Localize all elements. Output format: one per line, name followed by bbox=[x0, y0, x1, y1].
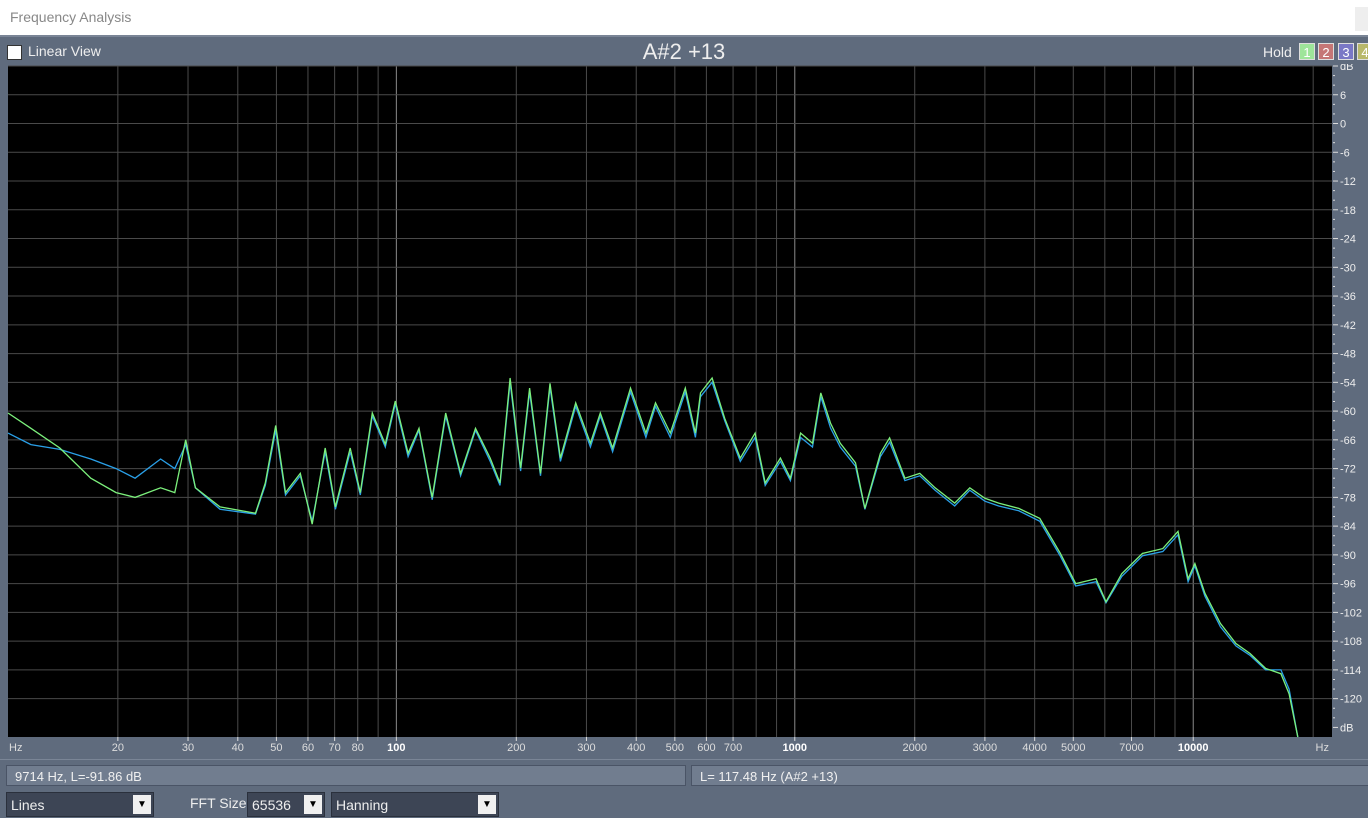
x-tick-label: 40 bbox=[232, 742, 244, 754]
x-tick-label: 70 bbox=[329, 742, 341, 754]
spectrum-chart[interactable]: dB60-6-12-18-24-30-36-42-48-54-60-66-72-… bbox=[0, 64, 1368, 760]
y-tick-label: -18 bbox=[1340, 205, 1356, 217]
plot-area bbox=[8, 66, 1332, 737]
x-axis-divider bbox=[0, 759, 1368, 760]
x-tick-label: 4000 bbox=[1022, 742, 1046, 754]
x-tick-label: 3000 bbox=[973, 742, 997, 754]
y-tick-label: 6 bbox=[1340, 90, 1346, 102]
x-tick-label: 100 bbox=[387, 742, 405, 754]
hold-button-1[interactable]: 1 bbox=[1299, 43, 1315, 60]
cursor-readout: 9714 Hz, L=-91.86 dB bbox=[6, 765, 686, 786]
y-tick-label: -48 bbox=[1340, 349, 1356, 361]
x-tick-label: 60 bbox=[302, 742, 314, 754]
x-tick-label: 80 bbox=[352, 742, 364, 754]
hold-button-4[interactable]: 4 bbox=[1357, 43, 1368, 60]
y-tick-label: -36 bbox=[1340, 291, 1356, 303]
x-tick-label: 5000 bbox=[1061, 742, 1085, 754]
fft-size-label: FFT Size bbox=[190, 795, 247, 811]
x-axis-unit-left: Hz bbox=[9, 742, 22, 754]
peak-readout: L= 117.48 Hz (A#2 +13) bbox=[691, 765, 1368, 786]
y-tick-label: -30 bbox=[1340, 262, 1356, 274]
y-tick-label: -72 bbox=[1340, 464, 1356, 476]
x-tick-label: 400 bbox=[627, 742, 645, 754]
x-tick-label: 200 bbox=[507, 742, 525, 754]
x-tick-label: 1000 bbox=[783, 742, 807, 754]
detected-note: A#2 +13 bbox=[642, 39, 726, 64]
chevron-down-icon[interactable]: ▼ bbox=[478, 795, 496, 814]
y-tick-label: -78 bbox=[1340, 492, 1356, 504]
window-function-value: Hanning bbox=[336, 797, 389, 813]
x-axis-unit-right: Hz bbox=[1316, 742, 1329, 754]
close-button[interactable] bbox=[1355, 7, 1368, 31]
display-mode-value: Lines bbox=[11, 797, 45, 813]
window-function-select[interactable]: Hanning ▼ bbox=[331, 792, 499, 817]
x-tick-label: 10000 bbox=[1178, 742, 1209, 754]
x-tick-label: 20 bbox=[112, 742, 124, 754]
x-tick-label: 700 bbox=[724, 742, 742, 754]
y-axis-unit-bottom: dB bbox=[1340, 722, 1353, 734]
y-tick-label: -84 bbox=[1340, 521, 1356, 533]
hold-button-3[interactable]: 3 bbox=[1338, 43, 1354, 60]
window-title: Frequency Analysis bbox=[10, 9, 132, 25]
y-tick-label: -102 bbox=[1340, 607, 1362, 619]
chevron-down-icon[interactable]: ▼ bbox=[304, 795, 322, 814]
fft-size-select[interactable]: 65536 ▼ bbox=[247, 792, 325, 817]
y-tick-label: -66 bbox=[1340, 435, 1356, 447]
y-tick-label: -60 bbox=[1340, 406, 1356, 418]
x-tick-label: 7000 bbox=[1119, 742, 1143, 754]
y-tick-label: -96 bbox=[1340, 579, 1356, 591]
y-axis-unit-top: dB bbox=[1340, 64, 1353, 73]
x-tick-label: 30 bbox=[182, 742, 194, 754]
y-tick-label: -108 bbox=[1340, 636, 1362, 648]
y-tick-label: -120 bbox=[1340, 694, 1362, 706]
y-tick-label: -12 bbox=[1340, 176, 1356, 188]
x-tick-label: 300 bbox=[577, 742, 595, 754]
x-tick-label: 500 bbox=[666, 742, 684, 754]
hold-label: Hold bbox=[1263, 44, 1292, 60]
x-tick-label: 2000 bbox=[902, 742, 926, 754]
y-tick-label: 0 bbox=[1340, 119, 1346, 131]
y-tick-label: -24 bbox=[1340, 234, 1356, 246]
x-tick-label: 600 bbox=[697, 742, 715, 754]
y-tick-label: -42 bbox=[1340, 320, 1356, 332]
y-tick-label: -6 bbox=[1340, 147, 1350, 159]
fft-size-value: 65536 bbox=[252, 797, 291, 813]
toolbar: Linear View A#2 +13 Hold 1 2 3 4 bbox=[0, 35, 1368, 67]
chevron-down-icon[interactable]: ▼ bbox=[133, 795, 151, 814]
title-bar: Frequency Analysis bbox=[0, 0, 1368, 35]
y-tick-label: -54 bbox=[1340, 377, 1356, 389]
display-mode-select[interactable]: Lines ▼ bbox=[6, 792, 154, 817]
hold-button-2[interactable]: 2 bbox=[1318, 43, 1334, 60]
y-tick-label: -90 bbox=[1340, 550, 1356, 562]
y-tick-label: -114 bbox=[1340, 665, 1361, 677]
x-tick-label: 50 bbox=[270, 742, 282, 754]
